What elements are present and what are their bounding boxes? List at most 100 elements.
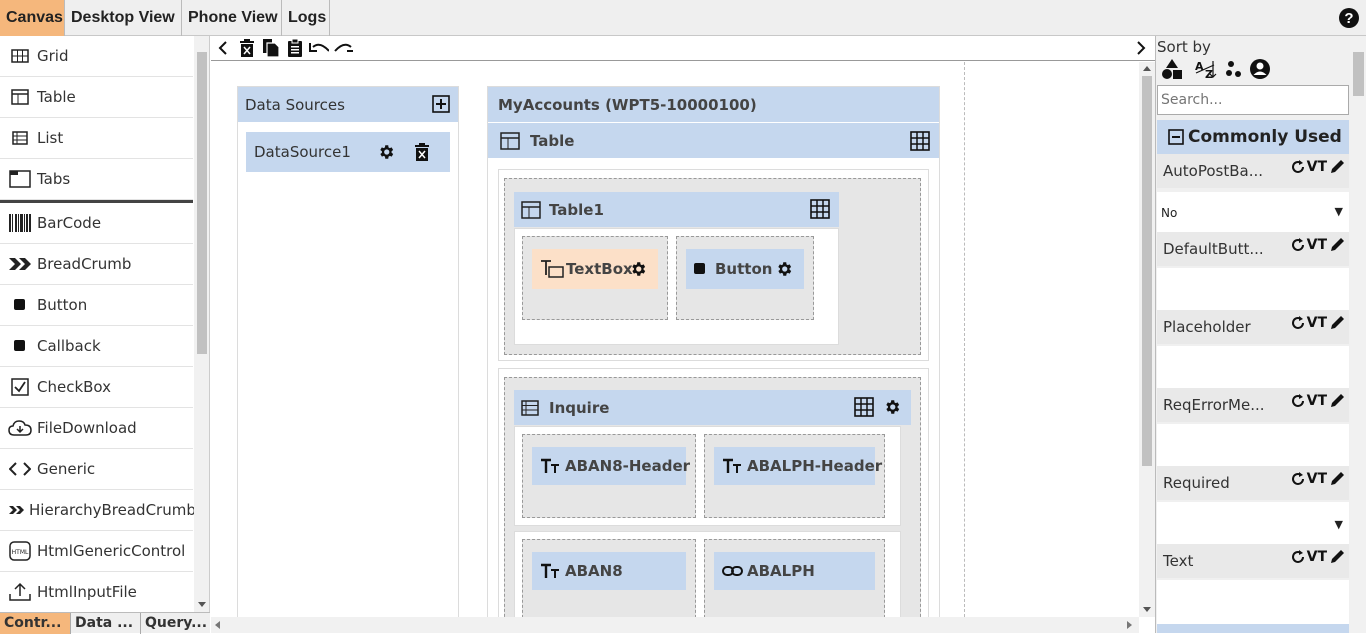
add-data-source-button[interactable] bbox=[430, 93, 452, 115]
next-category-header[interactable] bbox=[1157, 624, 1349, 633]
sort-category-button[interactable] bbox=[1224, 58, 1248, 80]
property-value-autopostback[interactable]: No ▼ bbox=[1157, 192, 1349, 236]
pencil-icon[interactable] bbox=[1329, 549, 1345, 565]
tool-button[interactable]: Button bbox=[0, 285, 193, 326]
pencil-icon[interactable] bbox=[1329, 315, 1345, 331]
pencil-icon[interactable] bbox=[1329, 237, 1345, 253]
scroll-thumb[interactable] bbox=[197, 52, 207, 354]
tab-data[interactable]: Data ... bbox=[71, 613, 141, 634]
sort-by-type-button[interactable] bbox=[1160, 58, 1184, 80]
inquire-settings-button[interactable] bbox=[881, 396, 903, 418]
table1-grid-button[interactable] bbox=[809, 198, 831, 220]
property-row[interactable]: Text VT bbox=[1157, 544, 1349, 578]
tool-generic[interactable]: Generic bbox=[0, 449, 193, 490]
data-source-item[interactable]: DataSource1 bbox=[246, 132, 450, 172]
tab-phone-view[interactable]: Phone View bbox=[182, 0, 282, 36]
property-row[interactable]: Placeholder VT bbox=[1157, 310, 1349, 344]
redo-button[interactable] bbox=[333, 38, 353, 58]
button-settings-button[interactable] bbox=[773, 258, 795, 280]
textbox-control[interactable]: TextBox bbox=[532, 249, 658, 289]
sort-user-button[interactable] bbox=[1248, 58, 1272, 80]
scroll-up-icon[interactable] bbox=[1143, 66, 1151, 72]
tool-list[interactable]: List bbox=[0, 118, 193, 159]
scroll-right-icon[interactable] bbox=[1127, 621, 1133, 629]
table-section-header[interactable]: Table bbox=[488, 123, 939, 158]
scroll-down-icon[interactable] bbox=[198, 602, 206, 608]
properties-scrollbar[interactable] bbox=[1350, 36, 1366, 633]
tab-logs[interactable]: Logs bbox=[282, 0, 330, 36]
variable-toggle[interactable]: VT bbox=[1307, 471, 1327, 487]
tool-hierarchybreadcrumb[interactable]: HierarchyBreadCrumb bbox=[0, 490, 196, 531]
reset-icon[interactable] bbox=[1291, 160, 1305, 174]
data-source-settings-button[interactable] bbox=[375, 141, 397, 163]
tab-query[interactable]: Query... bbox=[141, 613, 210, 634]
variable-toggle[interactable]: VT bbox=[1307, 315, 1327, 331]
paste-button[interactable] bbox=[285, 38, 305, 58]
sort-alpha-button[interactable]: AZ bbox=[1194, 58, 1218, 80]
reset-icon[interactable] bbox=[1291, 472, 1305, 486]
property-row[interactable]: AutoPostBa... VT bbox=[1157, 154, 1349, 188]
aban8-header-control[interactable]: ABAN8-Header bbox=[532, 447, 690, 485]
tab-desktop-view[interactable]: Desktop View bbox=[65, 0, 182, 36]
form-header[interactable]: MyAccounts (WPT5-10000100) bbox=[488, 87, 939, 122]
inquire-cell[interactable]: ABAN8 bbox=[522, 539, 696, 623]
inquire-cell[interactable]: ABALPH bbox=[704, 539, 885, 623]
inquire-dropzone[interactable]: Inquire ABAN8-Header ABALPH-Header ABAN8… bbox=[504, 377, 921, 631]
property-value-reqerrormessage[interactable] bbox=[1157, 424, 1349, 468]
reset-icon[interactable] bbox=[1291, 394, 1305, 408]
help-button[interactable]: ? bbox=[1338, 7, 1360, 29]
property-row[interactable]: Required VT bbox=[1157, 466, 1349, 500]
variable-toggle[interactable]: VT bbox=[1307, 237, 1327, 253]
variable-toggle[interactable]: VT bbox=[1307, 549, 1327, 565]
property-value-required[interactable]: ▼ bbox=[1157, 502, 1349, 546]
tool-callback[interactable]: Callback bbox=[0, 326, 193, 367]
button-control[interactable]: Button bbox=[686, 249, 804, 289]
scroll-thumb[interactable] bbox=[1142, 76, 1152, 466]
variable-toggle[interactable]: VT bbox=[1307, 393, 1327, 409]
inquire-grid-button[interactable] bbox=[853, 396, 875, 418]
aban8-control[interactable]: ABAN8 bbox=[532, 552, 686, 590]
scroll-down-icon[interactable] bbox=[1143, 607, 1151, 613]
design-canvas[interactable]: Data Sources DataSource1 MyAccounts (WPT… bbox=[211, 62, 1155, 633]
category-commonly-used[interactable]: Commonly Used bbox=[1157, 120, 1349, 154]
reset-icon[interactable] bbox=[1291, 316, 1305, 330]
tool-htmlgenericcontrol[interactable]: HTML HtmlGenericControl bbox=[0, 531, 193, 572]
pencil-icon[interactable] bbox=[1329, 471, 1345, 487]
pencil-icon[interactable] bbox=[1329, 393, 1345, 409]
tool-checkbox[interactable]: CheckBox bbox=[0, 367, 193, 408]
undo-button[interactable] bbox=[309, 38, 329, 58]
copy-button[interactable] bbox=[261, 38, 281, 58]
delete-button[interactable] bbox=[237, 38, 257, 58]
inquire-cell[interactable]: ABAN8-Header bbox=[522, 434, 696, 518]
inquire-header[interactable]: Inquire bbox=[514, 390, 911, 425]
tool-grid[interactable]: Grid bbox=[0, 36, 193, 77]
property-search-input[interactable] bbox=[1157, 85, 1349, 115]
tab-controls[interactable]: Contr... bbox=[0, 613, 71, 634]
scroll-thumb[interactable] bbox=[1353, 52, 1364, 96]
tool-htmlinputfile[interactable]: HtmlInputFile bbox=[0, 572, 193, 612]
reset-icon[interactable] bbox=[1291, 238, 1305, 252]
pencil-icon[interactable] bbox=[1329, 159, 1345, 175]
table-grid-button[interactable] bbox=[909, 130, 931, 152]
property-value-defaultbutton[interactable] bbox=[1157, 268, 1349, 312]
property-row[interactable]: DefaultButt... VT bbox=[1157, 232, 1349, 266]
canvas-vertical-scrollbar[interactable] bbox=[1139, 62, 1155, 617]
textbox-settings-button[interactable] bbox=[627, 258, 649, 280]
tool-breadcrumb[interactable]: BreadCrumb bbox=[0, 244, 193, 285]
tool-barcode[interactable]: BarCode bbox=[0, 203, 193, 244]
reset-icon[interactable] bbox=[1291, 550, 1305, 564]
collapse-left-button[interactable] bbox=[213, 38, 233, 58]
tool-filedownload[interactable]: FileDownload bbox=[0, 408, 193, 449]
table-cell[interactable]: Button bbox=[676, 236, 814, 320]
inquire-cell[interactable]: ABALPH-Header bbox=[704, 434, 885, 518]
abalph-control[interactable]: ABALPH bbox=[714, 552, 875, 590]
property-value-placeholder[interactable] bbox=[1157, 346, 1349, 390]
variable-toggle[interactable]: VT bbox=[1307, 159, 1327, 175]
tab-canvas[interactable]: Canvas bbox=[0, 0, 65, 36]
tool-table[interactable]: Table bbox=[0, 77, 193, 118]
tool-tabs[interactable]: Tabs bbox=[0, 159, 193, 200]
toolbox-scrollbar[interactable] bbox=[194, 36, 209, 612]
scroll-left-icon[interactable] bbox=[215, 621, 221, 629]
property-value-text[interactable] bbox=[1157, 580, 1349, 624]
table-cell[interactable]: TextBox bbox=[522, 236, 668, 320]
